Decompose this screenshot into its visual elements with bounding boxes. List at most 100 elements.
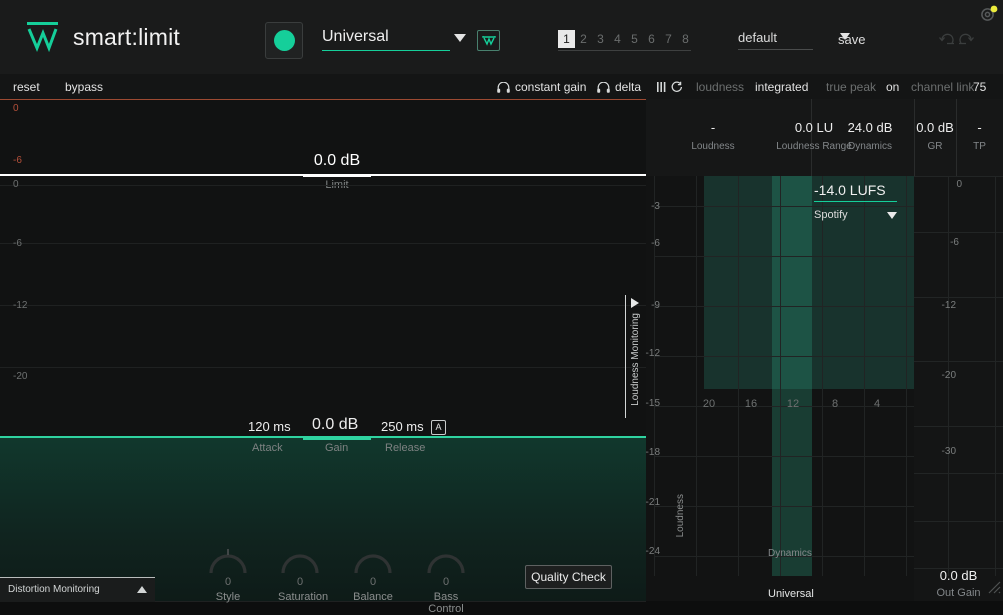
power-button[interactable] — [265, 22, 303, 59]
constant-gain-toggle[interactable]: constant gain — [497, 80, 586, 96]
release-value[interactable]: 250 ms — [381, 419, 424, 434]
preset-slot-7[interactable]: 7 — [660, 30, 677, 48]
knob-dial-icon — [354, 554, 392, 574]
chart-xtick-12: 12 — [786, 398, 800, 410]
chevron-down-icon — [887, 212, 897, 219]
preset-slot-3[interactable]: 3 — [592, 30, 609, 48]
stat-gr-value: 0.0 dB — [916, 120, 954, 135]
meter-tick--12: -12 — [941, 300, 956, 311]
stat-tp-label: TP — [973, 141, 986, 152]
limit-value: 0.0 dB — [313, 152, 361, 169]
true-peak-label: true peak — [826, 80, 877, 94]
undo-icon — [939, 33, 954, 45]
top-scale-minus6: -6 — [13, 155, 22, 166]
stat-tp-value: - — [977, 120, 982, 135]
reset-loop-icon — [671, 81, 683, 92]
chart-ytick--18: -18 — [645, 447, 660, 458]
knob-style[interactable]: 0 Style — [206, 545, 250, 603]
gain-scale-minus12: -12 — [13, 300, 28, 311]
preset-selector[interactable]: default — [738, 30, 850, 50]
chart-ytick--21: -21 — [645, 497, 660, 508]
limiter-graph[interactable]: 0 -6 0.0 dB Limit 0 -6 -12 -20 -30 — [0, 99, 646, 602]
reset-meters-button[interactable] — [670, 81, 683, 96]
chart-ytick--3: -3 — [651, 201, 660, 212]
sonible-logo-icon — [27, 22, 61, 52]
channel-link-value[interactable]: 75 — [973, 80, 986, 94]
knob-dial-icon — [209, 549, 247, 574]
redo-icon — [959, 33, 974, 45]
chart-ytick--15: -15 — [645, 398, 660, 409]
headphone-icon — [597, 81, 610, 96]
chart-ytick--24: -24 — [645, 546, 660, 557]
chart-xtick-4: 4 — [873, 398, 881, 410]
loudness-mode-label: loudness — [696, 80, 745, 94]
gain-value[interactable]: 0.0 dB — [312, 416, 358, 434]
chart-genre-label: Universal — [768, 588, 814, 600]
resize-handle-icon — [988, 581, 1001, 594]
preset-slot-6[interactable]: 6 — [643, 30, 660, 48]
redo-button[interactable] — [958, 32, 975, 52]
ai-profile-button[interactable] — [477, 30, 500, 51]
stats-strip: - Loudness 0.0 LU Loudness Range 24.0 dB… — [646, 99, 1003, 176]
preset-slot-1[interactable]: 1 — [558, 30, 575, 48]
meter-tick--20: -20 — [941, 370, 956, 381]
delta-label: delta — [615, 80, 642, 94]
bypass-button[interactable]: bypass — [65, 80, 103, 94]
knob-saturation[interactable]: 0 Saturation — [278, 545, 328, 603]
stat-dynamics-label: Dynamics — [848, 141, 892, 152]
ai-profile-icon — [481, 36, 496, 46]
triangle-up-icon — [137, 586, 147, 593]
attack-label: Attack — [252, 442, 283, 454]
knob-bass-control[interactable]: 0 Bass Control — [424, 545, 468, 615]
gain-scale-0: 0 — [13, 179, 19, 190]
preset-slot-2[interactable]: 2 — [575, 30, 592, 48]
dynamics-target-band — [772, 176, 812, 576]
chart-xtick-20: 20 — [702, 398, 716, 410]
distortion-monitoring-label: Distortion Monitoring — [8, 584, 100, 595]
profile-selector[interactable]: Universal — [322, 28, 466, 51]
chart-ytick--9: -9 — [651, 300, 660, 311]
preset-slot-strip[interactable]: 1 2 3 4 5 6 7 8 — [558, 30, 698, 51]
undo-button[interactable] — [938, 32, 955, 52]
settings-button[interactable] — [979, 4, 999, 29]
target-loudness-value: -14.0 LUFS — [814, 182, 886, 198]
gain-scale-minus6: -6 — [13, 238, 22, 249]
stat-gr-label: GR — [927, 141, 943, 152]
true-peak-value[interactable]: on — [886, 80, 899, 94]
preset-slot-4[interactable]: 4 — [609, 30, 626, 48]
knob-dial-icon — [281, 554, 319, 574]
stat-dynamics: 24.0 dB Dynamics — [826, 120, 914, 152]
release-label: Release — [385, 442, 426, 454]
pause-icon — [657, 82, 666, 92]
preset-slot-5[interactable]: 5 — [626, 30, 643, 48]
clip-line — [0, 99, 646, 100]
stat-dynamics-value: 24.0 dB — [847, 120, 893, 135]
attack-value[interactable]: 120 ms — [248, 419, 291, 434]
preset-slot-8[interactable]: 8 — [677, 30, 694, 48]
gain-handle[interactable] — [303, 436, 371, 440]
chart-xlabel: Dynamics — [768, 548, 812, 559]
knob-balance-label: Balance — [353, 591, 393, 603]
brand-logo: smart:limit — [27, 22, 180, 52]
loudness-dynamics-chart[interactable]: Loudness — [646, 176, 914, 601]
knob-balance[interactable]: 0 Balance — [351, 545, 395, 603]
meter-tick--30: -30 — [941, 446, 956, 457]
headphone-icon — [497, 81, 510, 96]
auto-release-badge[interactable]: A — [431, 420, 446, 435]
knob-dial-icon — [427, 554, 465, 574]
top-scale-0: 0 — [13, 103, 19, 114]
loudness-mode-value[interactable]: integrated — [755, 80, 808, 94]
stat-tp: - TP — [956, 120, 1003, 152]
quality-check-button[interactable]: Quality Check — [525, 565, 612, 589]
distortion-monitoring-tab[interactable]: Distortion Monitoring — [0, 577, 155, 602]
save-button[interactable]: save — [838, 32, 865, 47]
reset-button[interactable]: reset — [13, 80, 40, 94]
chevron-down-icon — [454, 34, 466, 42]
delta-toggle[interactable]: delta — [597, 80, 641, 96]
gain-scale-minus20: -20 — [13, 371, 28, 382]
meter-tick--6: -6 — [950, 237, 959, 248]
target-loudness-selector[interactable]: -14.0 LUFS Spotify — [814, 182, 899, 221]
pause-button[interactable] — [656, 81, 667, 96]
knob-style-value: 0 — [224, 576, 232, 588]
resize-handle[interactable] — [985, 578, 1001, 599]
